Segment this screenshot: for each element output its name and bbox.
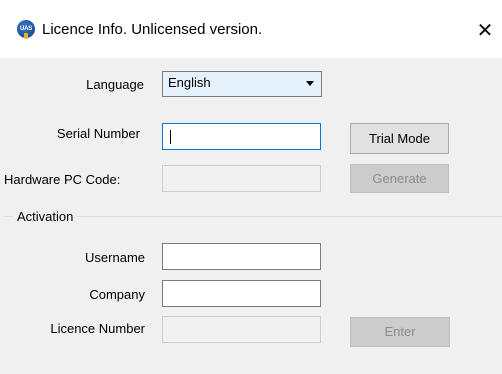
language-label: Language [86,77,144,92]
hardware-pc-code-field [162,165,321,192]
title-bar[interactable]: UAS Licence Info. Unlicensed version. ✕ [0,0,502,59]
chevron-down-icon [306,81,314,86]
trial-mode-button[interactable]: Trial Mode [350,123,449,154]
activation-group-divider [4,216,502,217]
language-select-value: English [168,75,211,90]
activation-group-label: Activation [13,209,78,224]
hardware-pc-code-label: Hardware PC Code: [4,172,121,187]
text-caret [170,130,171,144]
close-button[interactable]: ✕ [468,14,502,46]
username-label: Username [85,250,145,265]
window-title: Licence Info. Unlicensed version. [42,21,263,38]
licence-dialog: UAS Licence Info. Unlicensed version. ✕ … [0,0,502,374]
licence-number-field [162,316,321,343]
generate-button[interactable]: Generate [350,164,449,193]
language-select[interactable]: English [162,71,322,97]
serial-number-label: Serial Number [56,126,140,141]
app-logo-drop [24,33,28,39]
close-icon: ✕ [476,18,494,42]
licence-number-label: Licence Number [50,321,145,336]
serial-number-input[interactable] [162,123,321,150]
company-input[interactable] [162,280,321,307]
app-logo-icon: UAS [17,20,35,39]
username-input[interactable] [162,243,321,270]
enter-button[interactable]: Enter [350,317,450,347]
company-label: Company [89,287,145,302]
